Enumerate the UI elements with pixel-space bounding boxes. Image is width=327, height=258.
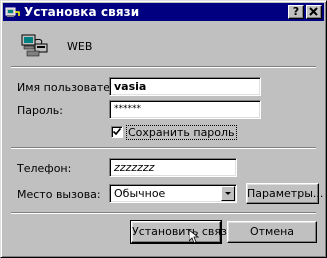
dial-from-label: Место вызова: (17, 188, 101, 201)
cancel-button[interactable]: Отмена (227, 221, 317, 243)
params-button[interactable]: Параметры... (246, 183, 323, 204)
dialup-network-icon (5, 4, 21, 20)
dial-from-select[interactable]: Обычное (109, 184, 237, 203)
title-bar[interactable]: Установка связи ? (3, 3, 324, 21)
connection-icon (21, 32, 49, 58)
save-password-label[interactable]: Сохранить пароль (126, 125, 237, 140)
dropdown-button[interactable] (221, 186, 235, 201)
connection-name: WEB (67, 40, 93, 53)
separator-top (11, 66, 316, 68)
checkmark-icon (112, 127, 122, 136)
separator-middle (11, 147, 316, 149)
password-input[interactable]: ****** (109, 100, 261, 119)
phone-label: Телефон: (17, 162, 72, 175)
close-icon (309, 7, 318, 16)
save-password-checkbox[interactable] (111, 126, 123, 138)
separator-bottom (11, 212, 316, 214)
dial-from-value: Обычное (114, 187, 166, 200)
window-title: Установка связи (24, 5, 140, 19)
close-button[interactable] (306, 5, 322, 19)
username-input[interactable]: vasia (109, 77, 261, 96)
phone-input[interactable]: zzzzzzz (109, 158, 237, 177)
connect-button[interactable]: Установить связь (130, 220, 233, 244)
mouse-cursor-icon (188, 229, 200, 244)
password-label: Пароль: (17, 104, 63, 117)
dialog-window: Установка связи ? WEB Имя пользователя: … (0, 0, 327, 258)
chevron-down-icon (225, 192, 231, 195)
help-button[interactable]: ? (288, 5, 304, 19)
